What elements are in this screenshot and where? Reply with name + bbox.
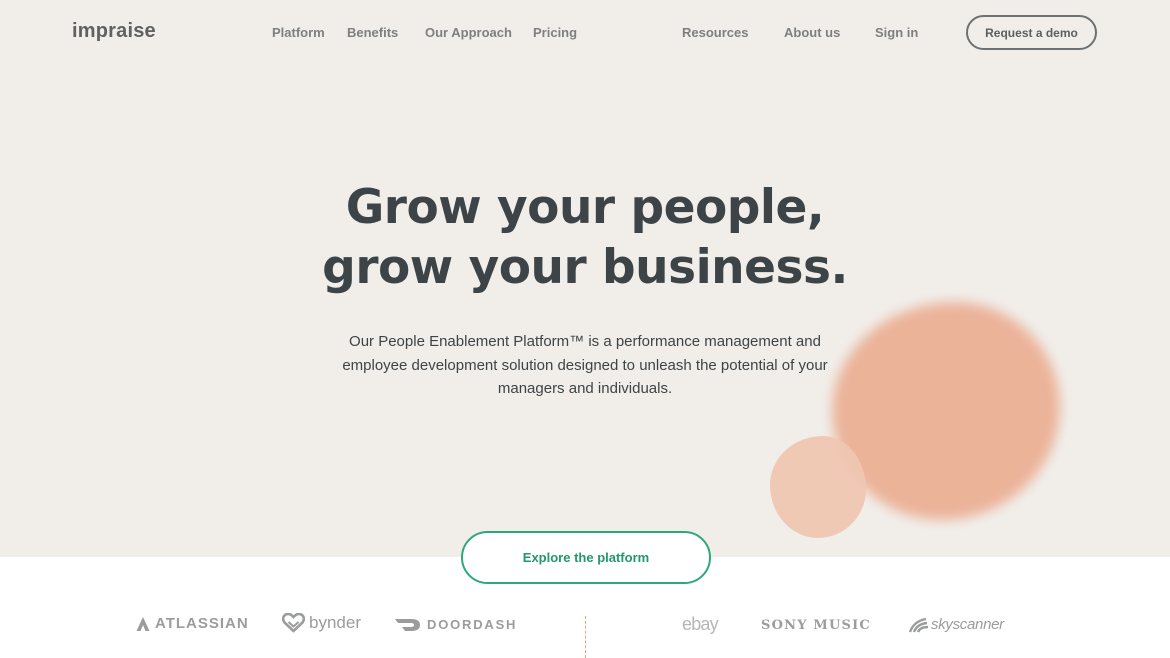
sony-music-wordmark: SONY MUSIC (761, 618, 871, 633)
skyscanner-logo: skyscanner (908, 616, 1004, 633)
bynder-heart-icon (282, 613, 305, 633)
doordash-mark-icon (395, 618, 420, 631)
nav-resources[interactable]: Resources (682, 25, 748, 40)
skyscanner-wordmark: skyscanner (931, 616, 1004, 633)
bynder-logo: bynder (282, 613, 361, 633)
nav-sign-in[interactable]: Sign in (875, 25, 918, 40)
sony-music-logo: SONY MUSIC (761, 618, 871, 633)
hero-section: impraise Platform Benefits Our Approach … (0, 0, 1170, 557)
decorative-blob-small (770, 436, 866, 538)
ebay-wordmark: ebay (682, 614, 719, 634)
nav-our-approach[interactable]: Our Approach (425, 25, 512, 40)
skyscanner-sunrise-icon (908, 617, 929, 633)
nav-benefits[interactable]: Benefits (347, 25, 398, 40)
hero-headline: Grow your people, grow your business. (235, 178, 935, 298)
impraise-logo[interactable]: impraise (72, 20, 156, 43)
headline-line-2: grow your business. (322, 240, 848, 295)
request-demo-button[interactable]: Request a demo (966, 15, 1097, 50)
headline-line-1: Grow your people, (345, 180, 825, 235)
atlassian-logo: ATLASSIAN (136, 615, 249, 632)
atlassian-wordmark: ATLASSIAN (155, 615, 249, 632)
nav-pricing[interactable]: Pricing (533, 25, 577, 40)
nav-about-us[interactable]: About us (784, 25, 840, 40)
decorative-blob-large (832, 302, 1060, 520)
atlassian-mark-icon (136, 616, 150, 631)
doordash-wordmark: DOORDASH (427, 617, 518, 632)
hero-subtext: Our People Enablement Platform™ is a per… (342, 333, 828, 397)
explore-platform-button[interactable]: Explore the platform (461, 531, 711, 584)
logo-strip-divider (585, 616, 586, 658)
nav-platform[interactable]: Platform (272, 25, 325, 40)
doordash-logo: DOORDASH (395, 617, 517, 632)
bynder-wordmark: bynder (309, 613, 361, 632)
ebay-logo: ebay (682, 614, 719, 635)
